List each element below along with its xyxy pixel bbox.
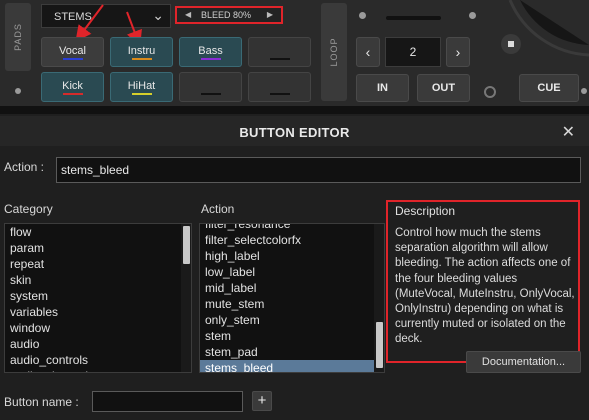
stop-button[interactable]	[501, 34, 521, 54]
category-header: Category	[4, 202, 53, 216]
documentation-button[interactable]: Documentation...	[466, 351, 581, 373]
chevron-left-icon: ‹	[365, 44, 371, 60]
pad-accent-bar	[131, 93, 152, 95]
loop-side-label: LOOP	[321, 3, 347, 101]
deck-panel: PADS STEMS ⌄ ◀ BLEED 80% ▶ Vocal Instru …	[0, 0, 589, 106]
action-scrollbar-thumb[interactable]	[376, 322, 383, 368]
pad-instru[interactable]: Instru	[110, 37, 173, 67]
category-item[interactable]: audio_channels	[5, 368, 191, 372]
action-input-value: stems_bleed	[61, 163, 130, 177]
pad-vocal[interactable]: Vocal	[41, 37, 104, 67]
loop-size-display: 2	[385, 37, 441, 67]
category-item[interactable]: skin	[5, 272, 191, 288]
pad-accent-bar	[200, 58, 221, 60]
add-button[interactable]: +	[252, 391, 272, 411]
loop-out-button[interactable]: OUT	[417, 74, 470, 102]
category-scrollbar[interactable]	[181, 224, 191, 372]
pad-accent-bar	[62, 58, 83, 60]
action-item[interactable]: stem_pad	[200, 344, 384, 360]
action-item[interactable]: filter_resonance	[200, 224, 384, 232]
editor-title: BUTTON EDITOR	[239, 125, 350, 140]
action-item[interactable]: mute_stem	[200, 296, 384, 312]
action-label: Action :	[4, 160, 45, 174]
loop-indicator-dot-right[interactable]	[469, 12, 476, 19]
stop-icon	[508, 41, 514, 47]
pad-accent-bar	[269, 93, 290, 95]
category-item[interactable]: param	[5, 240, 191, 256]
action-item[interactable]: stem	[200, 328, 384, 344]
description-text: Control how much the stems separation al…	[395, 227, 575, 346]
pad-empty-7[interactable]	[179, 72, 242, 102]
category-item[interactable]: audio_controls	[5, 352, 191, 368]
category-item[interactable]: system	[5, 288, 191, 304]
category-item[interactable]: flow	[5, 224, 191, 240]
gear-icon[interactable]	[484, 86, 496, 98]
action-input[interactable]: stems_bleed	[56, 157, 581, 183]
deck-divider	[0, 106, 589, 114]
editor-header: BUTTON EDITOR ✕	[0, 116, 589, 146]
loop-increase-button[interactable]: ›	[446, 37, 470, 67]
pad-bass[interactable]: Bass	[179, 37, 242, 67]
action-item[interactable]: only_stem	[200, 312, 384, 328]
action-scrollbar[interactable]	[374, 224, 384, 372]
pad-accent-bar	[131, 58, 152, 60]
action-item[interactable]: filter_selectcolorfx	[200, 232, 384, 248]
loop-indicator-dot[interactable]	[359, 12, 366, 19]
pad-accent-bar	[200, 93, 221, 95]
action-list[interactable]: filter_resonance filter_selectcolorfx high…	[199, 223, 385, 373]
category-item[interactable]: window	[5, 320, 191, 336]
description-panel: Description Control how much the stems s…	[386, 200, 580, 363]
cue-button[interactable]: CUE	[519, 74, 579, 102]
category-item[interactable]: variables	[5, 304, 191, 320]
jog-wheel-edge[interactable]	[480, 0, 589, 70]
action-item[interactable]: mid_label	[200, 280, 384, 296]
action-item[interactable]: low_label	[200, 264, 384, 280]
button-name-input[interactable]	[92, 391, 243, 412]
pad-kick[interactable]: Kick	[41, 72, 104, 102]
pad-empty-4[interactable]	[248, 37, 311, 67]
chevron-right-icon: ›	[455, 44, 461, 60]
button-name-label: Button name :	[4, 395, 79, 409]
pad-hihat[interactable]: HiHat	[110, 72, 173, 102]
action-header: Action	[201, 202, 235, 216]
category-item[interactable]: repeat	[5, 256, 191, 272]
category-scrollbar-thumb[interactable]	[183, 226, 190, 264]
annotation-arrow-vocal	[75, 4, 104, 42]
cue-indicator-dot[interactable]	[581, 88, 587, 94]
pad-accent-bar	[62, 93, 83, 95]
pad-accent-bar	[269, 58, 290, 60]
close-icon[interactable]: ✕	[562, 122, 575, 142]
loop-decrease-button[interactable]: ‹	[356, 37, 380, 67]
pad-empty-8[interactable]	[248, 72, 311, 102]
description-header: Description	[395, 204, 456, 218]
action-item-selected[interactable]: stems_bleed	[200, 360, 384, 372]
loop-slider[interactable]	[386, 16, 441, 20]
category-item[interactable]: audio	[5, 336, 191, 352]
action-item[interactable]: high_label	[200, 248, 384, 264]
loop-in-button[interactable]: IN	[356, 74, 409, 102]
category-list[interactable]: flow param repeat skin system variables window…	[4, 223, 192, 373]
